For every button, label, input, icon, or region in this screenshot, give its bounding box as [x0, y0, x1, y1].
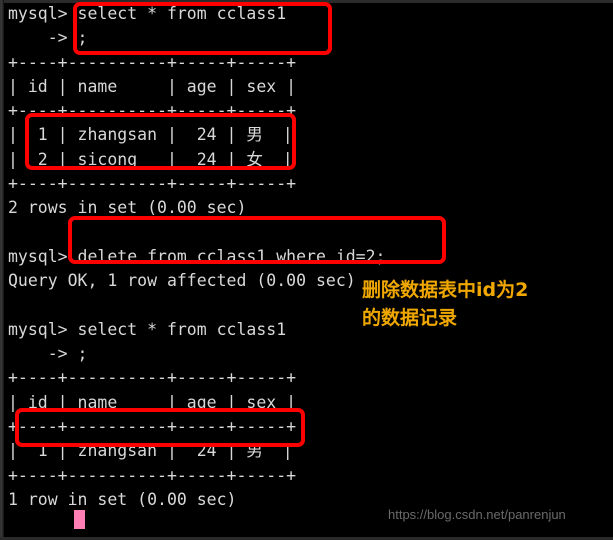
terminal-line: -> ;: [8, 344, 88, 364]
terminal-cursor: [74, 510, 85, 529]
table-separator: +----+----------+-----+-----+: [8, 52, 297, 72]
terminal-output[interactable]: mysql> select * from cclass1 -> ; +----+…: [8, 2, 608, 540]
table-header-row: | id | name | age | sex |: [8, 76, 297, 96]
table-separator: +----+----------+-----+-----+: [8, 465, 297, 485]
table-separator: +----+----------+-----+-----+: [8, 417, 297, 437]
table-separator: +----+----------+-----+-----+: [8, 368, 297, 388]
table-header-row: | id | name | age | sex |: [8, 392, 297, 412]
window-left-bezel: [0, 0, 4, 540]
terminal-screenshot: mysql> select * from cclass1 -> ; +----+…: [0, 0, 613, 540]
terminal-line: mysql> select * from cclass1: [8, 319, 287, 339]
watermark: https://blog.csdn.net/panrenjun: [388, 507, 566, 522]
table-row: | 1 | zhangsan | 24 | 男 |: [8, 441, 293, 461]
annotation-line-1: 删除数据表中id为2: [362, 279, 529, 301]
table-row: | 2 | sicong | 24 | 女 |: [8, 149, 293, 169]
terminal-line: mysql> select * from cclass1: [8, 4, 287, 23]
table-row: | 1 | zhangsan | 24 | 男 |: [8, 125, 293, 145]
table-separator: +----+----------+-----+-----+: [8, 174, 297, 194]
terminal-prompt[interactable]: mysql>: [8, 537, 608, 540]
table-separator: +----+----------+-----+-----+: [8, 101, 297, 121]
result-status: 2 rows in set (0.00 sec): [8, 198, 247, 218]
terminal-line: mysql> delete from cclass1 where id=2;: [8, 246, 386, 266]
terminal-line: -> ;: [8, 28, 88, 48]
annotation-line-2: 的数据记录: [362, 307, 458, 329]
